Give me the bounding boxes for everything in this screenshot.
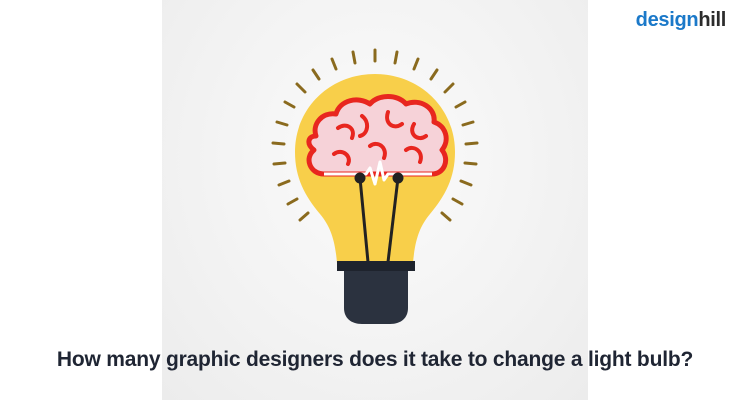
bulb-base-collar: [337, 261, 415, 271]
logo-word-design: design: [635, 9, 699, 31]
light-bulb-brain-icon: [271, 48, 479, 324]
bulb-base: [344, 271, 408, 324]
designhill-logo[interactable]: designhill: [635, 9, 727, 31]
logo-word-hill: hill: [698, 9, 726, 31]
article-banner: designhill How many graphic designers do…: [0, 0, 750, 400]
caption-question: How many graphic designers does it take …: [56, 348, 694, 371]
